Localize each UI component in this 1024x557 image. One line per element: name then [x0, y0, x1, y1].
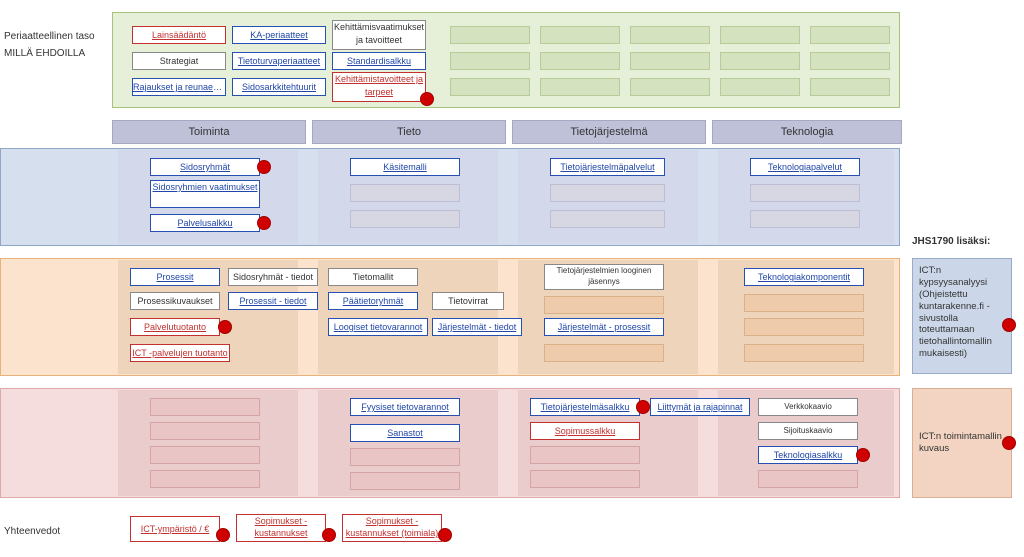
empty [744, 318, 864, 336]
cell-tj-looginen-jasennys: Tietojärjestelmien looginen jäsennys [544, 264, 664, 290]
empty [758, 470, 858, 488]
empty [744, 294, 864, 312]
empty [630, 78, 710, 96]
dot-sopimukset-kustannukset-toimiala [438, 528, 452, 542]
cell-fyysiset-tietovarannot[interactable]: Fyysiset tietovarannot [350, 398, 460, 416]
empty [720, 78, 800, 96]
empty [450, 26, 530, 44]
cell-paatietoryhmat[interactable]: Päätietoryhmät [328, 292, 418, 310]
cell-jarjestelmat-prosessit[interactable]: Järjestelmät - prosessit [544, 318, 664, 336]
cell-loogiset-tietovarannot[interactable]: Loogiset tietovarannot [328, 318, 428, 336]
col-head-tieto: Tieto [312, 120, 506, 144]
empty [350, 448, 460, 466]
col-head-toiminta: Toiminta [112, 120, 306, 144]
dot-tj-salkku [636, 400, 650, 414]
cell-sopimussalkku[interactable]: Sopimussalkku [530, 422, 640, 440]
empty [630, 26, 710, 44]
cell-rajaukset[interactable]: Rajaukset ja reunaehdot [132, 78, 226, 96]
empty [750, 210, 860, 228]
cell-sidosryhmat[interactable]: Sidosryhmät [150, 158, 260, 176]
empty [150, 422, 260, 440]
cell-lainsaadanto[interactable]: Lainsäädäntö [132, 26, 226, 44]
empty [544, 344, 664, 362]
cell-teknologiapalvelut[interactable]: Teknologiapalvelut [750, 158, 860, 176]
dot-side1 [1002, 318, 1016, 332]
dot-sidosryhmat [257, 160, 271, 174]
empty [720, 52, 800, 70]
cell-sidosryhmien-vaatimukset[interactable]: Sidosryhmien vaatimukset [150, 180, 260, 208]
empty [750, 184, 860, 202]
cell-kasitemalli[interactable]: Käsitemalli [350, 158, 460, 176]
empty [350, 184, 460, 202]
cell-prosessit[interactable]: Prosessit [130, 268, 220, 286]
cell-palvelusalkku[interactable]: Palvelusalkku [150, 214, 260, 232]
cell-sanastot[interactable]: Sanastot [350, 424, 460, 442]
dot-sopimukset-kustannukset [322, 528, 336, 542]
cell-sijoituskaavio: Sijoituskaavio [758, 422, 858, 440]
cell-kehittamistavoitteet[interactable]: Kehittämistavoitteet ja tarpeet [332, 72, 426, 102]
dot-teknologiasalkku [856, 448, 870, 462]
side-box-toimintamalli: ICT:n toimintamallin kuvaus [912, 388, 1012, 498]
empty [544, 296, 664, 314]
col-head-teknologia: Teknologia [712, 120, 902, 144]
dot-palvelusalkku [257, 216, 271, 230]
empty [450, 78, 530, 96]
cell-tietoturvaperiaatteet[interactable]: Tietoturvaperiaatteet [232, 52, 326, 70]
cell-tietojarjestelmapalvelut[interactable]: Tietojärjestelmäpalvelut [550, 158, 665, 176]
cell-sidosryhmat-tiedot: Sidosryhmät - tiedot [228, 268, 318, 286]
cell-teknologiasalkku[interactable]: Teknologiasalkku [758, 446, 858, 464]
cell-standardisalkku[interactable]: Standardisalkku [332, 52, 426, 70]
empty [450, 52, 530, 70]
empty [810, 26, 890, 44]
col-head-tietojarjestelma: Tietojärjestelmä [512, 120, 706, 144]
cell-ict-palvelujen-tuotanto[interactable]: ICT -palvelujen tuotanto [130, 344, 230, 362]
empty [810, 78, 890, 96]
empty [150, 446, 260, 464]
cell-prosessit-tiedot[interactable]: Prosessit - tiedot [228, 292, 318, 310]
cell-sidosarkkitehtuurit[interactable]: Sidosarkkitehtuurit [232, 78, 326, 96]
side-box1-text: ICT:n kypsyysanalyysi (Ohjeistettu kunta… [919, 265, 992, 359]
empty [630, 52, 710, 70]
cell-tietojarjestelmasalkku[interactable]: Tietojärjestelmäsalkku [530, 398, 640, 416]
cell-sopimukset-kustannukset[interactable]: Sopimukset - kustannukset [236, 514, 326, 542]
row5-title: Yhteenvedot [4, 525, 104, 538]
cell-ict-ymparisto[interactable]: ICT-ympäristö / € [130, 516, 220, 542]
empty [540, 52, 620, 70]
empty [350, 472, 460, 490]
empty [810, 52, 890, 70]
side-title: JHS1790 lisäksi: [912, 236, 990, 247]
cell-tietovirrat: Tietovirrat [432, 292, 504, 310]
cell-verkkokaavio: Verkkokaavio [758, 398, 858, 416]
cell-sopimukset-kustannukset-toimiala[interactable]: Sopimukset - kustannukset (toimiala) [342, 514, 442, 542]
side-box2-text: ICT:n toimintamallin kuvaus [919, 431, 1005, 455]
dot-palvelutuotanto [218, 320, 232, 334]
empty [540, 26, 620, 44]
row1-sub: MILLÄ EHDOILLA [4, 47, 104, 60]
dot-kehittamistavoitteet [420, 92, 434, 106]
empty [720, 26, 800, 44]
side-box-kypsyysanalyysi: ICT:n kypsyysanalyysi (Ohjeistettu kunta… [912, 258, 1012, 374]
empty [150, 398, 260, 416]
cell-kehittamisvaatimukset: Kehittämisvaatimukset ja tavoitteet [332, 20, 426, 50]
cell-palvelutuotanto[interactable]: Palvelutuotanto [130, 318, 220, 336]
empty [744, 344, 864, 362]
cell-ka-periaatteet[interactable]: KA-periaatteet [232, 26, 326, 44]
empty [150, 470, 260, 488]
empty [550, 184, 665, 202]
dot-side2 [1002, 436, 1016, 450]
cell-jarjestelmat-tiedot[interactable]: Järjestelmät - tiedot [432, 318, 522, 336]
empty [530, 470, 640, 488]
dot-ict-ymparisto [216, 528, 230, 542]
cell-teknologiakomponentit[interactable]: Teknologiakomponentit [744, 268, 864, 286]
row1-title: Periaatteellinen taso [4, 30, 104, 43]
empty [350, 210, 460, 228]
empty [540, 78, 620, 96]
cell-tietomallit: Tietomallit [328, 268, 418, 286]
cell-strategiat: Strategiat [132, 52, 226, 70]
empty [530, 446, 640, 464]
cell-liittymat-rajapinnat[interactable]: Liittymät ja rajapinnat [650, 398, 750, 416]
empty [550, 210, 665, 228]
cell-prosessikuvaukset: Prosessikuvaukset [130, 292, 220, 310]
